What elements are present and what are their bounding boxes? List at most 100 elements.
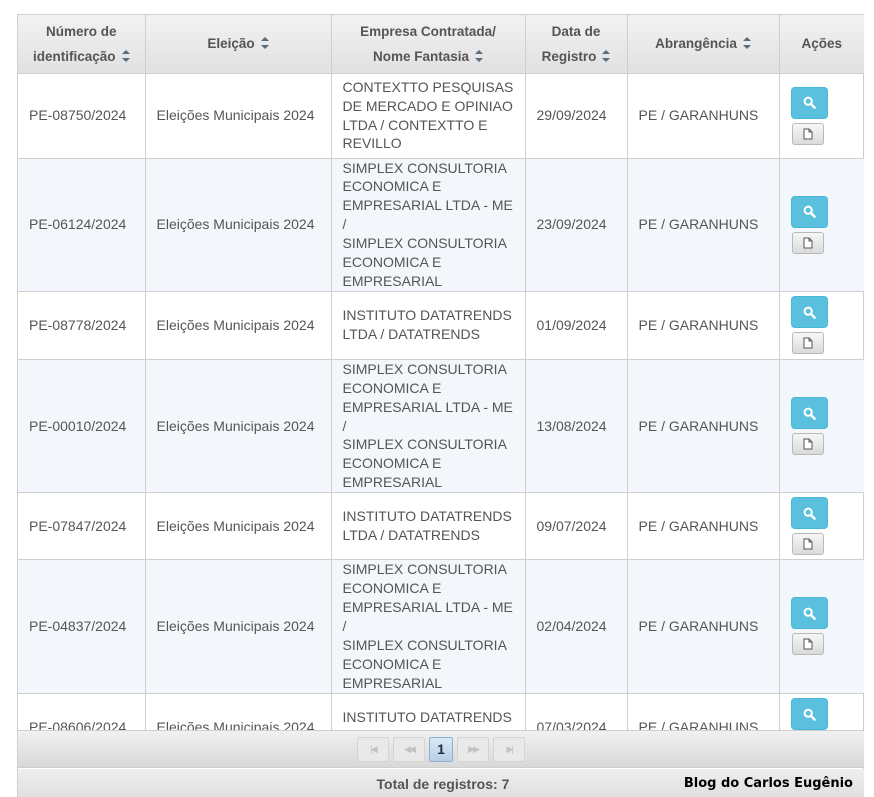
empresa-line: EMPRESARIAL (342, 674, 443, 691)
cell-eleicao: Eleições Municipais 2024 (145, 359, 332, 494)
empresa-line: SIMPLEX CONSULTORIA (342, 360, 507, 377)
cell-empresa: SIMPLEX CONSULTORIA ECONOMICA E EMPRESARIA… (331, 559, 526, 694)
cell-id: PE-06124/2024 (18, 158, 146, 292)
column-header-abrangencia[interactable]: Abrangência (627, 15, 780, 74)
empresa-line: ECONOMICA E (342, 178, 442, 195)
header-label: identificação (32, 48, 116, 64)
view-button[interactable] (790, 195, 828, 228)
document-icon (803, 337, 813, 349)
current-page-button[interactable]: 1 (429, 736, 453, 762)
search-icon (803, 607, 816, 620)
document-button[interactable] (791, 633, 824, 656)
sort-icon[interactable] (260, 37, 269, 50)
table-row: PE-08778/2024 Eleições Municipais 2024 INS… (18, 291, 864, 360)
cell-empresa: SIMPLEX CONSULTORIA ECONOMICA E EMPRESARIA… (331, 359, 526, 494)
column-header-eleicao[interactable]: Eleição (145, 15, 332, 74)
pagination-bar: |◀ ◀◀ 1 ▶▶ ▶| (18, 730, 864, 768)
previous-page-button[interactable]: ◀◀ (393, 736, 425, 762)
empresa-line: SIMPLEX CONSULTORIA (342, 159, 507, 176)
search-icon (803, 205, 816, 218)
cell-empresa: INSTITUTO DATATRENDS LTDA / DATATRENDS (331, 291, 526, 360)
empresa-line: INSTITUTO DATATRENDS (342, 709, 512, 726)
cell-abrangencia: PE / GARANHUNS (627, 291, 780, 360)
cell-empresa: CONTEXTTO PESQUISAS DE MERCADO E OPINIAO L… (331, 73, 526, 159)
table-row: PE-08750/2024 Eleições Municipais 2024 CON… (18, 73, 864, 159)
cell-data: 01/09/2024 (525, 291, 628, 360)
column-header-identificacao[interactable]: Número de identificação (18, 15, 146, 74)
cell-acoes (779, 359, 864, 494)
next-page-button[interactable]: ▶▶ (457, 736, 489, 762)
empresa-line: LTDA / DATATRENDS (342, 326, 480, 343)
cell-eleicao: Eleições Municipais 2024 (145, 559, 332, 694)
header-label: Data de (551, 23, 601, 39)
document-button[interactable] (791, 433, 824, 456)
first-page-button[interactable]: |◀ (357, 736, 389, 762)
view-button[interactable] (790, 497, 828, 530)
cell-empresa: INSTITUTO DATATRENDS LTDA / DATATRENDS (331, 492, 526, 561)
cell-id: PE-00010/2024 (18, 359, 146, 494)
document-icon (803, 538, 813, 550)
empresa-line: INSTITUTO DATATRENDS (342, 307, 512, 324)
document-icon (803, 128, 813, 140)
cell-acoes (779, 492, 864, 561)
view-button[interactable] (790, 86, 828, 119)
document-button[interactable] (791, 533, 824, 556)
empresa-line: EMPRESARIAL (342, 474, 443, 491)
table-body: PE-08750/2024 Eleições Municipais 2024 CON… (18, 73, 864, 762)
document-button[interactable] (791, 231, 824, 254)
cell-id: PE-07847/2024 (18, 492, 146, 561)
table-header-row: Número de identificação Eleição Empresa … (18, 15, 864, 74)
cell-abrangencia: PE / GARANHUNS (627, 492, 780, 561)
document-button[interactable] (791, 332, 824, 355)
empresa-line: REVILLO (342, 135, 402, 152)
search-icon (803, 507, 816, 520)
total-label: Total de registros: (376, 776, 498, 792)
cell-eleicao: Eleições Municipais 2024 (145, 73, 332, 159)
cell-empresa: SIMPLEX CONSULTORIA ECONOMICA E EMPRESARIA… (331, 158, 526, 292)
document-button[interactable] (791, 122, 824, 145)
empresa-line: DE MERCADO E OPINIAO (342, 97, 513, 114)
header-label: Eleição (207, 36, 255, 52)
last-page-button[interactable]: ▶| (493, 736, 525, 762)
search-icon (803, 708, 816, 721)
view-button[interactable] (790, 296, 828, 329)
empresa-line: EMPRESARIAL LTDA - ME / (342, 599, 513, 634)
sort-icon[interactable] (602, 49, 611, 62)
cell-data: 09/07/2024 (525, 492, 628, 561)
empresa-line: EMPRESARIAL LTDA - ME / (342, 197, 513, 233)
cell-acoes (779, 73, 864, 159)
column-header-data-registro[interactable]: Data de Registro (525, 15, 628, 74)
sort-icon[interactable] (121, 49, 130, 62)
view-button[interactable] (790, 597, 828, 630)
sort-icon[interactable] (742, 37, 751, 50)
table-row: PE-06124/2024 Eleições Municipais 2024 SIM… (18, 158, 864, 292)
sort-icon[interactable] (475, 49, 484, 62)
empresa-line: ECONOMICA E (342, 379, 442, 396)
results-table: Número de identificação Eleição Empresa … (18, 15, 864, 762)
view-button[interactable] (790, 397, 828, 430)
search-icon (803, 96, 816, 109)
search-icon (803, 407, 816, 420)
empresa-line: CONTEXTTO PESQUISAS (342, 78, 514, 95)
cell-id: PE-04837/2024 (18, 559, 146, 694)
search-icon (803, 306, 816, 319)
document-icon (803, 638, 813, 650)
cell-acoes (779, 291, 864, 360)
empresa-line: SIMPLEX CONSULTORIA (342, 636, 507, 653)
empresa-line: INSTITUTO DATATRENDS (342, 508, 512, 525)
empresa-line: SIMPLEX CONSULTORIA (342, 235, 507, 252)
cell-data: 02/04/2024 (525, 559, 628, 694)
total-value: 7 (501, 776, 510, 792)
cell-abrangencia: PE / GARANHUNS (627, 559, 780, 694)
column-header-empresa[interactable]: Empresa Contratada/ Nome Fantasia (331, 15, 526, 74)
empresa-line: ECONOMICA E (342, 655, 442, 672)
view-button[interactable] (790, 698, 828, 731)
document-icon (803, 438, 813, 450)
header-label: Nome Fantasia (372, 48, 470, 64)
cell-abrangencia: PE / GARANHUNS (627, 158, 780, 292)
empresa-line: ECONOMICA E (342, 580, 442, 597)
cell-acoes (779, 158, 864, 292)
document-icon (803, 237, 813, 249)
cell-eleicao: Eleições Municipais 2024 (145, 158, 332, 292)
results-panel: Número de identificação Eleição Empresa … (17, 14, 864, 797)
